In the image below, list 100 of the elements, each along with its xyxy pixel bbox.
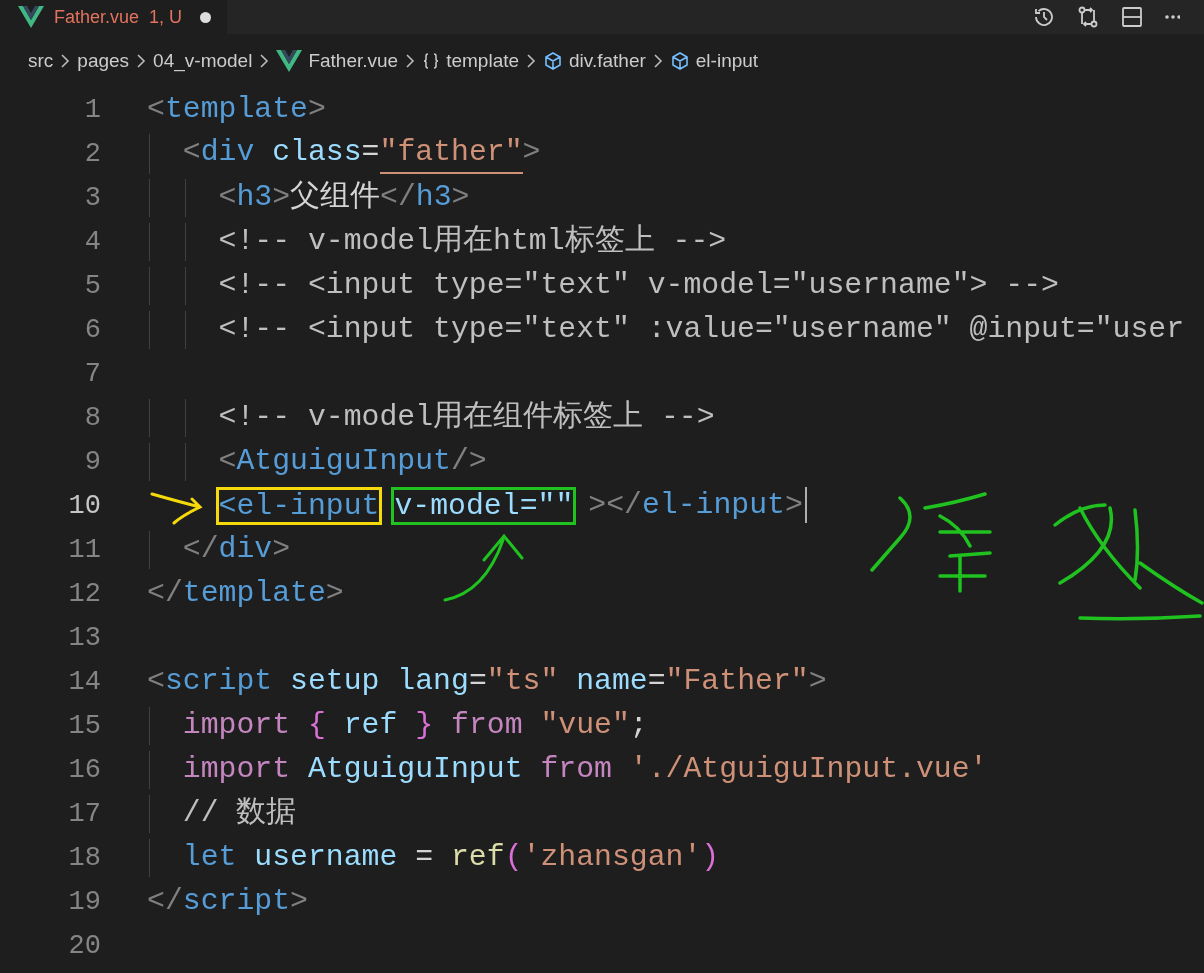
line-number: 4 <box>83 227 102 257</box>
code-punctuation: > <box>307 91 326 129</box>
tag-name: template <box>182 575 326 613</box>
vue-logo-icon <box>276 50 303 72</box>
line-number: 16 <box>67 755 102 785</box>
line-number: 1 <box>83 95 102 125</box>
code-bracket: ( <box>504 839 523 877</box>
braces-icon <box>422 52 441 70</box>
cube-icon <box>669 51 690 71</box>
line-number: 11 <box>67 535 102 565</box>
code-text: ; <box>629 707 648 745</box>
code-punctuation: </ <box>380 179 416 217</box>
code-punctuation: </ <box>147 575 183 613</box>
code-comment: <!-- <input type="text" :value="username" @input="user <box>217 311 1185 349</box>
code-punctuation: > <box>272 531 291 569</box>
code-keyword: import <box>181 751 291 789</box>
code-punctuation: ></ <box>588 486 642 524</box>
compare-changes-icon[interactable] <box>1076 5 1100 29</box>
tag-name: h3 <box>415 179 452 217</box>
tag-name: h3 <box>236 179 273 217</box>
line-number: 2 <box>83 139 102 169</box>
line-number: 18 <box>67 843 102 873</box>
line-number: 8 <box>83 403 102 433</box>
handwritten-arrow-drawing <box>150 492 202 525</box>
chevron-icon <box>59 53 72 69</box>
code-bracket: { <box>306 707 326 745</box>
chevron-icon <box>258 53 271 69</box>
string-literal: "Father" <box>665 663 809 701</box>
tag-name: script <box>182 883 291 921</box>
code-bracket: ) <box>701 839 720 877</box>
history-icon[interactable] <box>1032 5 1056 29</box>
text-cursor <box>804 486 807 523</box>
line-number: 12 <box>67 579 102 609</box>
line-number: 14 <box>67 667 102 697</box>
breadcrumb-item[interactable]: src <box>28 50 54 72</box>
tag-name: AtguiguInput <box>236 443 451 481</box>
code-keyword: from <box>539 751 612 789</box>
string-literal: './AtguiguInput.vue' <box>628 751 988 789</box>
line-number: 19 <box>67 887 102 917</box>
tag-name: <el-input <box>215 486 383 526</box>
line-number: 15 <box>67 711 102 741</box>
line-number: 20 <box>67 931 102 961</box>
function-name: ref <box>450 839 505 877</box>
string-literal: 'zhansgan' <box>522 839 702 877</box>
vue-logo-icon <box>18 6 44 28</box>
code-punctuation: > <box>808 663 827 701</box>
code-punctuation: </ <box>181 531 219 569</box>
attribute-name: v-model="" <box>391 486 577 526</box>
code-text: = <box>647 663 666 701</box>
code-punctuation: > <box>290 883 308 921</box>
split-editor-icon[interactable] <box>1120 5 1144 29</box>
code-bracket: } <box>414 707 434 745</box>
breadcrumb-item[interactable]: div.father <box>569 50 646 72</box>
string-literal: "ts" <box>486 663 559 701</box>
code-punctuation: < <box>181 134 201 172</box>
code-punctuation: < <box>217 443 237 481</box>
chevron-icon <box>651 53 664 69</box>
line-number: 5 <box>83 271 102 301</box>
breadcrumb-item[interactable]: 04_v-model <box>153 50 253 72</box>
code-punctuation: </ <box>147 883 183 921</box>
code-text: = <box>361 134 380 172</box>
tab-title: Father.vue <box>54 6 140 28</box>
tab-status: 1, U <box>149 6 183 28</box>
code-text: = <box>468 663 487 701</box>
breadcrumb-item[interactable]: pages <box>77 50 130 72</box>
line-number: 7 <box>83 359 102 389</box>
tag-name: div <box>218 531 273 569</box>
code-keyword: let <box>181 839 237 877</box>
string-literal: "father" <box>379 134 523 174</box>
line-number: 3 <box>83 183 102 213</box>
code-punctuation: < <box>147 663 165 701</box>
code-punctuation: > <box>451 179 470 217</box>
code-keyword: from <box>450 707 523 745</box>
breadcrumb-item[interactable]: el-input <box>695 50 759 72</box>
code-punctuation: > <box>522 134 541 172</box>
cube-icon <box>543 51 564 71</box>
line-number: 9 <box>83 447 102 477</box>
line-number: 13 <box>67 623 102 653</box>
chevron-icon <box>404 53 417 69</box>
chevron-icon <box>135 53 148 69</box>
code-text: = <box>414 839 434 877</box>
string-literal: "vue" <box>539 707 630 745</box>
code-punctuation: /> <box>451 443 487 481</box>
code-comment: <!-- <input type="text" v-model="username"> --> <box>217 267 1059 305</box>
code-keyword: import <box>181 707 291 745</box>
code-identifier: username <box>253 839 398 877</box>
code-punctuation: > <box>785 486 803 524</box>
code-identifier: ref <box>342 707 398 745</box>
breadcrumb-item[interactable]: template <box>446 50 520 72</box>
tag-name: el-input <box>641 486 785 524</box>
code-comment: <!-- v-model用在html标签上 --> <box>217 223 727 261</box>
code-comment: // 数据 <box>181 795 297 833</box>
attribute-name: name <box>575 663 648 701</box>
breadcrumb-item[interactable]: Father.vue <box>308 50 399 72</box>
tag-name: script <box>164 663 273 701</box>
line-number: 17 <box>67 799 102 829</box>
line-number: 6 <box>83 315 102 345</box>
chevron-icon <box>525 53 538 69</box>
attribute-name: class <box>271 134 362 172</box>
code-punctuation: > <box>325 575 344 613</box>
